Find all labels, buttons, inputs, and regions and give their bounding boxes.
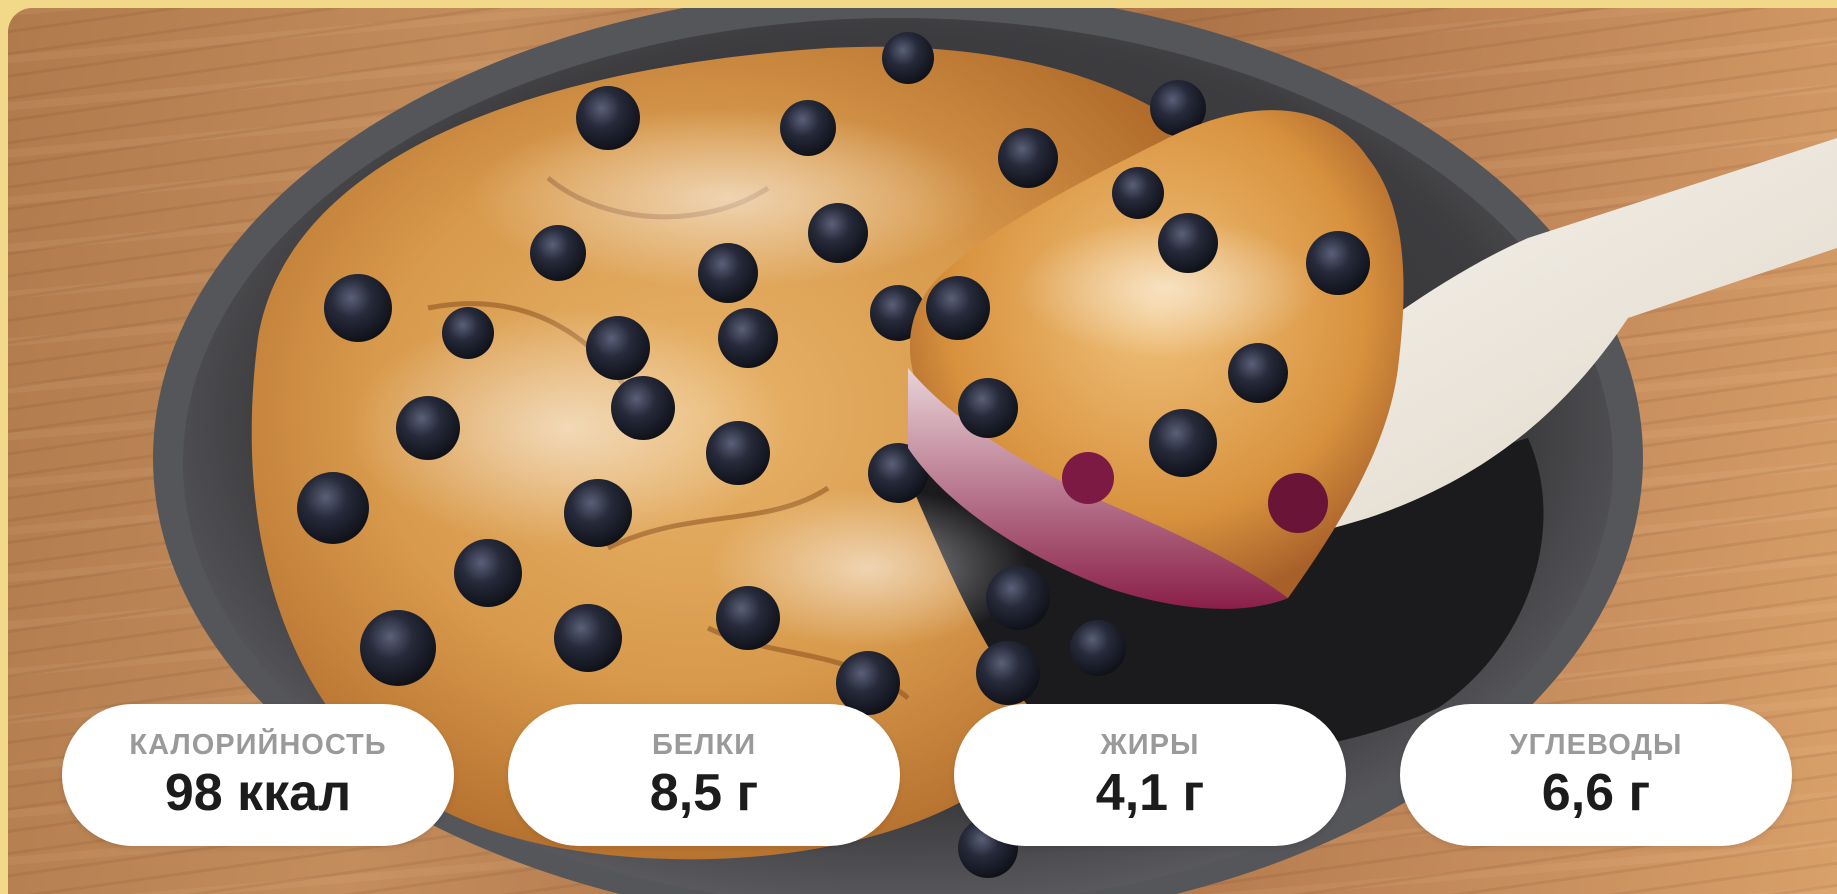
fat-label: ЖИРЫ: [1100, 729, 1200, 761]
protein-badge: БЕЛКИ 8,5 г: [508, 704, 900, 846]
protein-label: БЕЛКИ: [651, 729, 757, 761]
calories-label: КАЛОРИЙНОСТЬ: [129, 729, 387, 761]
fat-value: 4,1 г: [1095, 764, 1205, 822]
carbs-label: УГЛЕВОДЫ: [1509, 729, 1683, 761]
carbs-badge: УГЛЕВОДЫ 6,6 г: [1400, 704, 1792, 846]
calories-value: 98 ккал: [164, 764, 352, 822]
protein-value: 8,5 г: [649, 764, 759, 822]
carbs-value: 6,6 г: [1541, 764, 1651, 822]
fat-badge: ЖИРЫ 4,1 г: [954, 704, 1346, 846]
food-photo-frame: КАЛОРИЙНОСТЬ 98 ккал БЕЛКИ 8,5 г ЖИРЫ 4,…: [8, 8, 1837, 894]
calories-badge: КАЛОРИЙНОСТЬ 98 ккал: [62, 704, 454, 846]
